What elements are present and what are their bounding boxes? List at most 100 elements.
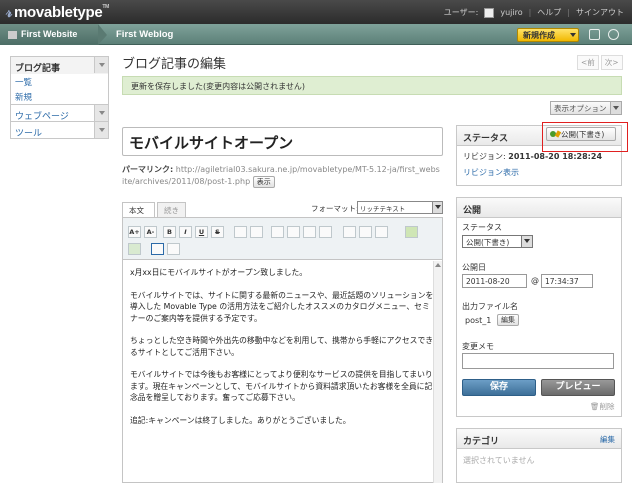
- chevron-down-icon[interactable]: [94, 57, 108, 73]
- category-edit-link[interactable]: 編集: [600, 434, 615, 445]
- save-button[interactable]: 保存: [462, 379, 536, 396]
- change-memo-input[interactable]: [462, 353, 614, 369]
- display-options-button[interactable]: 表示オプション: [550, 101, 622, 115]
- prev-entry-link[interactable]: <前: [577, 55, 599, 70]
- sidebar-item-webpages[interactable]: ウェブページ: [10, 105, 109, 122]
- new-create-label: 新規作成: [523, 31, 555, 40]
- rich-text-editor: A+ A- B I U S ⚭ ✉ ⇥ ⇤ • 1 ≡ ≡ ≡ ▣ ▤ A </…: [122, 217, 443, 483]
- sidebar-item-new[interactable]: 新規: [11, 89, 108, 104]
- chevron-down-icon: [570, 33, 576, 37]
- entry-pager: <前 次>: [577, 55, 623, 70]
- divider: |: [567, 8, 570, 17]
- sidebar-section-title: ブログ記事: [15, 64, 61, 74]
- align-right-icon[interactable]: ≡: [375, 226, 388, 238]
- bold-button[interactable]: B: [163, 226, 176, 238]
- tab-more[interactable]: 続き: [157, 202, 186, 217]
- sidebar-section-blog-posts: ブログ記事 一覧 新規: [10, 56, 109, 105]
- highlight-box: [542, 122, 628, 152]
- align-center-icon[interactable]: ≡: [359, 226, 372, 238]
- image-icon[interactable]: ▣: [405, 226, 418, 238]
- filename-label: 出力ファイル名: [462, 302, 518, 311]
- at-label: @: [531, 276, 539, 285]
- sidebar-item-tools[interactable]: ツール: [10, 122, 109, 139]
- movabletype-logo[interactable]: 𝓇 movabletypeTM: [6, 4, 109, 21]
- text-color-icon[interactable]: A: [151, 243, 164, 255]
- category-panel-header: カテゴリ 編集: [457, 429, 621, 449]
- underline-button[interactable]: U: [195, 226, 208, 238]
- preview-button[interactable]: プレビュー: [541, 379, 615, 396]
- help-link[interactable]: ヘルプ: [537, 7, 561, 18]
- status-select[interactable]: 公開(下書き): [462, 235, 533, 248]
- revision-list-link[interactable]: リビジョン表示: [457, 162, 621, 183]
- sidebar-section-header[interactable]: ブログ記事: [11, 57, 108, 74]
- user-label: ユーザー:: [443, 8, 479, 17]
- font-size-up-button[interactable]: A+: [128, 226, 141, 238]
- publish-time-input[interactable]: 17:34:37: [541, 274, 593, 288]
- publish-date-input[interactable]: 2011-08-20: [462, 274, 527, 288]
- signout-link[interactable]: サインアウト: [576, 7, 624, 18]
- format-select[interactable]: リッチテキスト: [357, 201, 443, 214]
- publish-panel-title: 公開: [457, 198, 621, 218]
- indent-icon[interactable]: ⇥: [271, 226, 284, 238]
- blog-crumb[interactable]: First Weblog: [116, 29, 173, 40]
- revision-value: 2011-08-20 18:28:24: [508, 152, 603, 161]
- chevron-down-icon: [432, 202, 442, 213]
- link-icon[interactable]: ⚭: [234, 226, 247, 238]
- filename-edit-button[interactable]: 編集: [497, 314, 519, 326]
- website-crumb[interactable]: First Website: [0, 24, 98, 45]
- strike-button[interactable]: S: [211, 226, 224, 238]
- bullet-list-icon[interactable]: •: [303, 226, 316, 238]
- permalink: パーマリンク: http://agiletrial03.sakura.ne.jp…: [122, 164, 442, 188]
- sidebar-item-list[interactable]: 一覧: [11, 74, 108, 89]
- chevron-down-icon[interactable]: [94, 122, 108, 138]
- trash-icon: 🗑: [590, 402, 600, 411]
- format-value: リッチテキスト: [360, 205, 406, 213]
- new-create-button[interactable]: 新規作成: [517, 28, 579, 42]
- sidebar: ブログ記事 一覧 新規 ウェブページ ツール: [10, 56, 109, 139]
- external-link-icon[interactable]: [589, 29, 600, 40]
- status-select-value: 公開(下書き): [466, 238, 510, 247]
- align-left-icon[interactable]: ≡: [343, 226, 356, 238]
- editor-scrollbar[interactable]: [433, 261, 442, 483]
- category-panel: カテゴリ 編集 選択されていません: [456, 428, 622, 483]
- font-size-down-button[interactable]: A-: [144, 226, 157, 238]
- filename-value: post_1: [465, 316, 492, 325]
- username-link[interactable]: yujiro: [500, 8, 522, 17]
- format-label: フォーマット:: [311, 204, 359, 213]
- editor-toolbar: A+ A- B I U S ⚭ ✉ ⇥ ⇤ • 1 ≡ ≡ ≡ ▣ ▤ A </…: [123, 218, 442, 260]
- logo-tm: TM: [102, 4, 109, 10]
- divider: |: [528, 8, 532, 17]
- crumb-arrow-icon: [98, 24, 107, 45]
- context-nav: First Website First Weblog 新規作成: [0, 24, 632, 45]
- status-label: ステータス: [462, 223, 502, 232]
- search-icon[interactable]: [608, 29, 619, 40]
- category-empty-text: 選択されていません: [463, 456, 535, 465]
- chevron-down-icon[interactable]: [94, 105, 108, 121]
- editor-body[interactable]: x月xx日にモバイルサイトがオープン致しました。 モバイルサイトでは、サイトに関…: [123, 261, 442, 483]
- body-paragraph: x月xx日にモバイルサイトがオープン致しました。: [130, 268, 308, 277]
- change-memo-label: 変更メモ: [462, 342, 494, 351]
- website-crumb-label: First Website: [21, 29, 78, 39]
- source-code-icon[interactable]: </>: [167, 243, 180, 255]
- sidebar-item-label: ツール: [15, 129, 43, 139]
- body-paragraph: 追記:キャンペーンは終了しました。ありがとうございました。: [130, 415, 351, 425]
- mail-icon[interactable]: ✉: [250, 226, 263, 238]
- top-bar: 𝓇 movabletypeTM ユーザー: yujiro | ヘルプ | サインア…: [0, 0, 632, 24]
- tab-body[interactable]: 本文: [122, 202, 155, 217]
- italic-button[interactable]: I: [179, 226, 192, 238]
- permalink-label: パーマリンク:: [122, 165, 174, 174]
- file-insert-icon[interactable]: ▤: [128, 243, 141, 255]
- page-title: ブログ記事の編集: [122, 57, 227, 72]
- category-panel-title: カテゴリ: [463, 437, 500, 447]
- delete-link[interactable]: 🗑削除: [590, 401, 615, 412]
- display-options-label: 表示オプション: [554, 104, 607, 113]
- numbered-list-icon[interactable]: 1: [319, 226, 332, 238]
- outdent-icon[interactable]: ⇤: [287, 226, 300, 238]
- body-paragraph: ちょっとした空き時間や外出先の移動中などを利用して、携帯から手軽にアクセスできる…: [130, 336, 434, 357]
- chevron-down-icon: [610, 102, 621, 114]
- view-button[interactable]: 表示: [252, 176, 275, 188]
- publish-date-label: 公開日: [462, 263, 486, 272]
- next-entry-link[interactable]: 次>: [600, 55, 623, 70]
- delete-label: 削除: [599, 402, 615, 411]
- entry-title-input[interactable]: モバイルサイトオープン: [122, 127, 443, 156]
